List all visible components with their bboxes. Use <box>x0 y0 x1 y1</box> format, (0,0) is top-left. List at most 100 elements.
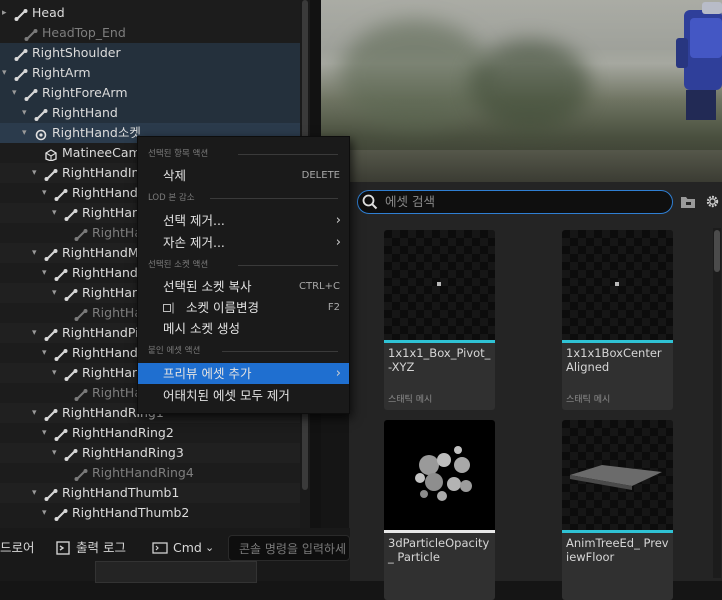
content-drawer-button[interactable]: 드로어 <box>0 535 35 561</box>
floor-preview-image <box>570 465 662 490</box>
subpanel-strip <box>95 561 257 583</box>
asset-thumbnail <box>562 420 673 530</box>
expand-arrow-icon[interactable]: ▾ <box>2 63 7 83</box>
console-command-input[interactable]: 콘솔 명령을 입력하세 <box>228 535 350 561</box>
tree-row[interactable]: HeadTop_End <box>0 23 300 43</box>
bone-icon <box>44 167 58 181</box>
expand-arrow-icon[interactable]: ▾ <box>32 243 37 263</box>
tree-row-label: RightForeArm <box>42 85 128 100</box>
expand-arrow-icon[interactable]: ▾ <box>52 203 57 223</box>
content-scrollbar-track[interactable] <box>713 228 721 578</box>
tree-row[interactable]: ▾ RightHandRing3 <box>0 443 300 463</box>
mesh-icon <box>44 147 58 162</box>
tree-row-label: Head <box>32 5 65 20</box>
bone-icon <box>64 367 78 381</box>
asset-tile[interactable]: AnimTreeEd_ PreviewFloor <box>562 420 673 600</box>
menu-item-label: 선택된 소켓 복사 <box>163 279 252 294</box>
expand-arrow-icon[interactable]: ▸ <box>2 3 7 23</box>
expand-arrow-icon[interactable]: ▾ <box>42 503 47 523</box>
asset-name: AnimTreeEd_ PreviewFloor <box>566 536 669 564</box>
chevron-down-icon[interactable]: ⌄ <box>205 535 214 561</box>
tree-row[interactable]: RightShoulder <box>0 43 300 63</box>
menu-item-add-preview-asset[interactable]: 프리뷰 에셋 추가 › <box>138 363 349 384</box>
tree-row-label: RightHandRing2 <box>72 425 174 440</box>
expand-arrow-icon[interactable]: ▾ <box>42 343 47 363</box>
menu-section-header: 붙인 에셋 액션 <box>148 346 201 356</box>
tree-row[interactable]: ▸ Head <box>0 3 300 23</box>
expand-arrow-icon[interactable]: ▾ <box>32 163 37 183</box>
tree-row[interactable]: ▾ RightHandThumb2 <box>0 503 300 523</box>
bone-icon <box>64 447 78 461</box>
bone-icon <box>54 267 68 281</box>
tree-row-label: RightHandRing4 <box>92 465 194 480</box>
menu-item-delete[interactable]: 삭제 DELETE <box>138 165 349 186</box>
search-icon <box>362 194 378 210</box>
menu-item-label: 삭제 <box>163 168 187 183</box>
expand-arrow-icon[interactable]: ▾ <box>52 363 57 383</box>
expand-arrow-icon[interactable]: ▾ <box>22 123 27 143</box>
output-log-button[interactable]: 출력 로그 <box>76 535 126 561</box>
menu-item-remove-all-attached[interactable]: 어태치된 에셋 모두 제거 <box>138 385 349 406</box>
bone-icon <box>44 327 58 341</box>
asset-name: 1x1x1BoxCenter Aligned <box>566 346 662 374</box>
tree-row[interactable]: ▾ RightForeArm <box>0 83 300 103</box>
expand-arrow-icon[interactable]: ▾ <box>42 263 47 283</box>
gear-icon[interactable] <box>704 193 721 210</box>
menu-item-copy-socket[interactable]: 선택된 소켓 복사 CTRL+C <box>138 276 349 297</box>
bone-icon <box>74 307 88 321</box>
tree-row-label: MatineeCam_ <box>62 145 147 160</box>
tree-row[interactable]: ▾ RightHand <box>0 103 300 123</box>
submenu-arrow-icon: › <box>335 213 341 228</box>
cmd-dropdown[interactable]: Cmd <box>173 535 202 561</box>
menu-item-remove-children[interactable]: 자손 제거... › <box>138 232 349 253</box>
context-menu: 선택된 항목 액션 삭제 DELETE LOD 본 감소 선택 제거... › … <box>137 136 350 414</box>
menu-item-create-mesh-socket[interactable]: 메시 소켓 생성 <box>138 318 349 339</box>
particle-preview-image <box>415 446 472 501</box>
tree-row[interactable]: ▾ RightArm <box>0 63 300 83</box>
tree-row[interactable]: ▾ RightHandRing2 <box>0 423 300 443</box>
menu-item-label: 어태치된 에셋 모두 제거 <box>163 388 290 403</box>
menu-shortcut: CTRL+C <box>299 281 340 292</box>
folder-icon[interactable] <box>680 195 696 209</box>
menu-section-header: 선택된 항목 액션 <box>148 149 209 159</box>
robot-model-image <box>676 2 722 120</box>
menu-item-label: 자손 제거... <box>163 235 225 250</box>
expand-arrow-icon[interactable]: ▾ <box>42 183 47 203</box>
bone-icon <box>44 407 58 421</box>
bone-icon <box>14 7 28 21</box>
submenu-arrow-icon: › <box>335 366 341 381</box>
asset-tile[interactable]: 1x1x1_Box_Pivot_-XYZ 스태틱 메시 <box>384 230 495 410</box>
menu-section-header: LOD 본 감소 <box>148 193 195 203</box>
bone-icon <box>64 207 78 221</box>
expand-arrow-icon[interactable]: ▾ <box>42 423 47 443</box>
expand-arrow-icon[interactable]: ▾ <box>52 443 57 463</box>
content-scrollbar-thumb[interactable] <box>714 230 720 272</box>
asset-type: 스태틱 메시 <box>566 395 611 405</box>
menu-item-label: 메시 소켓 생성 <box>163 321 240 336</box>
menu-shortcut: DELETE <box>301 170 340 181</box>
expand-arrow-icon[interactable]: ▾ <box>12 83 17 103</box>
asset-thumbnail <box>384 420 495 530</box>
asset-thumbnail <box>384 230 495 340</box>
tree-row-label: RightArm <box>32 65 91 80</box>
expand-arrow-icon[interactable]: ▾ <box>32 323 37 343</box>
bone-icon <box>64 287 78 301</box>
asset-tile[interactable]: 1x1x1BoxCenter Aligned 스태틱 메시 <box>562 230 673 410</box>
asset-tile[interactable]: 3dParticleOpacity_ Particle <box>384 420 495 600</box>
bone-icon <box>44 247 58 261</box>
viewport-ground <box>321 150 722 182</box>
expand-arrow-icon[interactable]: ▾ <box>22 103 27 123</box>
expand-arrow-icon[interactable]: ▾ <box>32 403 37 423</box>
tree-row[interactable]: RightHandRing4 <box>0 463 300 483</box>
bone-icon <box>74 387 88 401</box>
expand-arrow-icon[interactable]: ▾ <box>52 283 57 303</box>
tree-row[interactable]: ▾ RightHandThumb1 <box>0 483 300 503</box>
menu-shortcut: F2 <box>327 302 340 313</box>
asset-name: 1x1x1_Box_Pivot_-XYZ <box>388 346 491 374</box>
expand-arrow-icon[interactable]: ▾ <box>32 483 37 503</box>
menu-item-rename-socket[interactable]: 소켓 이름변경 F2 <box>138 297 349 318</box>
bone-icon <box>54 427 68 441</box>
tree-row-label: HeadTop_End <box>42 25 126 40</box>
tree-row-label: RightHandThumb2 <box>72 505 190 520</box>
menu-item-remove-selected[interactable]: 선택 제거... › <box>138 210 349 231</box>
